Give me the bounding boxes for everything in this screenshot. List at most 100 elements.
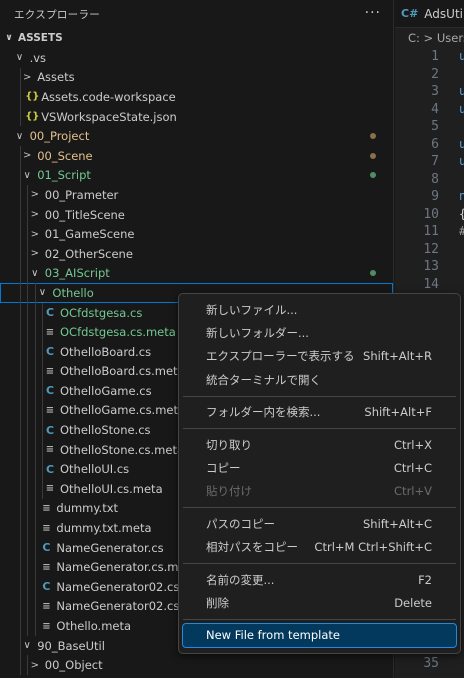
section-title: ASSETS [18,32,63,44]
tree-folder[interactable]: >02_OtherScene [0,243,393,264]
menu-item[interactable]: New File from template [182,622,457,649]
chevron-down-icon: ∨ [31,267,39,279]
chevron-right-icon: > [30,189,39,201]
indent-guide [27,420,29,440]
tree-item-label: OthelloUI.cs [60,462,130,477]
more-actions-icon[interactable]: ··· [365,5,381,21]
menu-item-label: パスのコピー [206,516,275,531]
tree-item-label: Othello.meta [56,619,132,634]
indent-guide [19,616,21,636]
chevron-down-icon: ∨ [15,52,24,64]
code-fragment: { [459,207,464,221]
tree-item-label: .vs [29,50,47,65]
menu-item-label: 新しいフォルダー... [206,326,309,341]
line-number: 8 [431,171,439,187]
tree-folder[interactable]: >00_Scene [0,145,393,166]
tree-folder[interactable]: ∨ 03_AIScript [0,263,393,284]
menu-item[interactable]: 新しいファイル... [183,298,456,321]
menu-item[interactable]: エクスプローラーで表示する Shift+Alt+R [183,345,456,368]
editor-tab[interactable]: C# AdsUtil.c [395,0,464,28]
section-header-assets[interactable]: ∨ ASSETS [0,28,393,48]
tree-folder[interactable]: ∨ .vs [0,48,393,68]
indent-guide [34,283,36,303]
code-fragment: u [459,136,464,151]
menu-separator [183,427,456,429]
tree-folder[interactable]: > Assets [0,67,393,88]
tree-folder[interactable]: >01_GameScene [0,224,393,244]
indent-guide [19,361,21,382]
tree-file[interactable]: {} Assets.code-workspace [0,87,393,107]
line-number: 4 [431,101,439,117]
menu-item-shortcut: Ctrl+M Ctrl+Shift+C [314,540,432,555]
tree-file[interactable]: {} VSWorkspaceState.json [0,106,393,127]
chevron-right-icon: > [30,228,39,240]
chevron-down-icon: ∨ [5,33,13,43]
indent-guide [27,596,29,617]
chevron-right-icon: > [22,71,32,83]
menu-item-shortcut: Shift+Alt+F [364,405,432,420]
csharp-file-icon: C [45,384,55,398]
menu-separator [183,618,456,620]
chevron-down-icon: ∨ [23,169,31,181]
text-file-icon: ≡ [42,502,51,514]
csharp-file-icon: C# [401,7,419,20]
menu-item[interactable]: フォルダー内を検索... Shift+Alt+F [183,401,456,424]
json-file-icon: {} [25,111,40,123]
tree-item-label: 01_GameScene [44,227,135,242]
tree-item-label: 00_TitleScene [44,207,125,222]
tree-folder[interactable]: >00_TitleScene [0,204,393,225]
indent-guide [27,498,29,519]
indent-guide [34,498,36,519]
indent-guide [34,577,36,597]
menu-item[interactable]: コピー Ctrl+C [183,456,456,479]
tree-folder[interactable]: >00_Object [0,655,393,675]
indent-guide [19,479,21,499]
indent-guide [27,479,29,499]
tree-item-label: Othello [52,285,94,300]
menu-item-shortcut: Ctrl+C [393,461,432,476]
tree-item-label: NameGenerator02.cs [56,579,180,594]
indent-guide [34,322,36,342]
tree-item-label: OCfdstgesa.cs [60,305,143,320]
breadcrumb[interactable]: C: > Users [395,28,464,48]
menu-item[interactable]: 削除 Delete [183,591,456,614]
indent-guide [19,459,21,480]
indent-guide [27,322,29,342]
chevron-down-icon: ∨ [38,287,47,299]
indent-guide [19,420,21,440]
indent-guide [34,420,36,440]
menu-item[interactable]: 新しいフォルダー... [183,321,456,344]
tree-folder[interactable]: ∨ 01_Script [0,165,393,186]
line-number: 11 [423,224,439,239]
indent-guide [19,655,21,675]
line-number: 9 [431,189,439,204]
line-number: 2 [431,66,439,82]
menu-item[interactable]: パスのコピー Shift+Alt+C [183,512,456,535]
chevron-down-icon: ∨ [15,130,24,142]
tree-item-label: NameGenerator.cs [56,540,164,555]
code-fragment: u [459,49,464,63]
menu-item[interactable]: 相対パスをコピー Ctrl+M Ctrl+Shift+C [183,536,456,559]
menu-item: 貼り付け Ctrl+V [183,480,456,503]
tree-item-label: 00_Object [44,658,103,673]
tree-item-label: Assets [37,70,75,85]
menu-item[interactable]: 切り取り Ctrl+X [183,433,456,456]
line-number: 12 [423,241,439,257]
tree-folder[interactable]: >00_Prameter [0,185,393,205]
indent-guide [27,557,29,578]
status-dot [370,133,376,140]
indent-guide [27,518,29,538]
context-menu: 新しいファイル... 新しいフォルダー... エクスプローラーで表示する Shift+… [178,293,461,654]
menu-item-label: 貼り付け [206,484,252,499]
tree-folder[interactable]: ∨ 00_Project [0,126,393,146]
menu-item-label: コピー [206,461,241,476]
tree-item-label: 00_Prameter [44,187,119,202]
indent-guide [27,537,29,558]
menu-item[interactable]: 統合ターミナルで開く [183,368,456,391]
menu-item-shortcut: Delete [394,595,432,610]
menu-item[interactable]: 名前の変更... F2 [183,568,456,591]
indent-guide [42,341,44,362]
menu-item-label: 相対パスをコピー [206,540,298,555]
tree-item-label: 03_AIScript [44,266,110,281]
indent-guide [27,439,29,460]
